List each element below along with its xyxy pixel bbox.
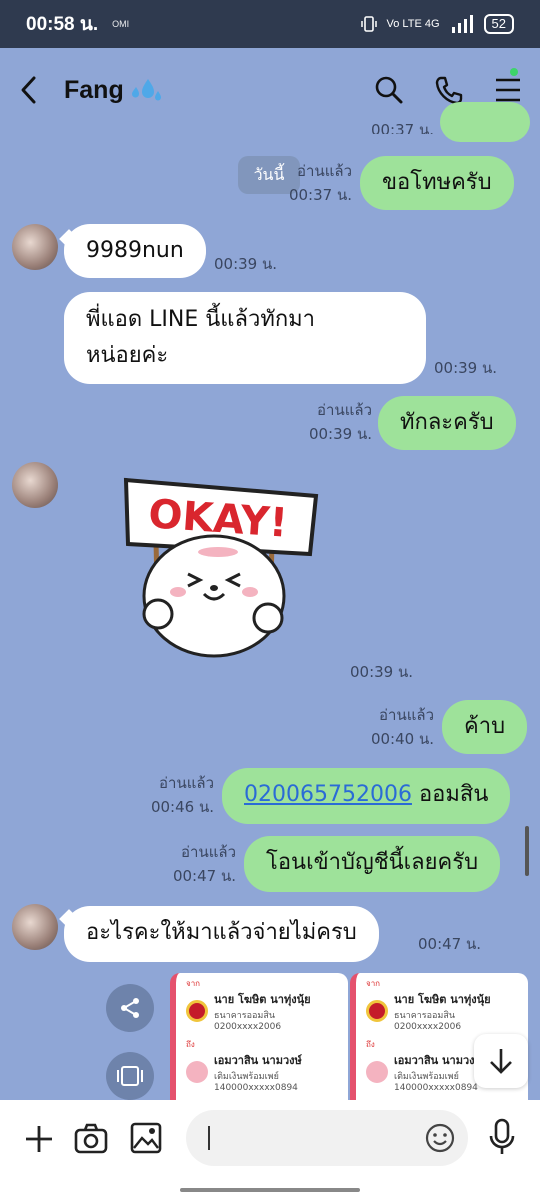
scroll-to-bottom-button[interactable] [474,1034,528,1088]
message-bubble-incoming[interactable]: 9989nun [64,224,206,278]
message-line: พี่แอด LINE นี้แล้วทักมา [86,307,316,332]
message-bubble-outgoing[interactable]: โอนเข้าบัญชีนี้เลยครับ [244,836,501,892]
bank-name: ออมสิน [411,782,489,807]
read-receipt: อ่านแล้ว 00:37 น. [288,162,352,204]
message-bubble-incoming[interactable]: อะไรคะให้มาแล้วจ่ายไม่ครบ [64,906,379,962]
vibrate-icon [360,16,377,32]
message-time: 00:47 น. [418,935,482,953]
search-icon[interactable] [374,75,404,105]
read-receipt: อ่านแล้ว 00:47 น. [172,843,236,885]
okay-sticker[interactable]: OKAY! [118,474,322,678]
share-icon [121,998,139,1018]
share-button[interactable] [106,984,154,1032]
message-time: 00:39 น. [350,663,414,681]
message-bubble-outgoing[interactable]: 020065752006 ออมสิน [222,768,511,824]
transfer-slip-image[interactable]: จาก นาย โฆษิต นาทุ่งนุ้ย ธนาคารออมสิน 02… [170,973,348,1100]
plus-icon[interactable] [24,1124,54,1154]
contact-name[interactable]: Fang [64,76,124,105]
network-label: Vo LTE 4G [386,18,440,30]
message-compose-bar [0,1100,540,1200]
message-bubble-outgoing[interactable]: ทักละครับ [378,396,516,450]
text-caret [208,1126,210,1150]
water-drops-emoji-icon [131,79,161,101]
message-bubble-outgoing[interactable]: ขอโทษครับ [360,156,514,210]
album-icon [117,1066,143,1086]
camera-icon[interactable] [74,1122,108,1154]
read-receipt: อ่านแล้ว 00:46 น. [150,774,214,816]
signal-icon [451,15,473,33]
read-receipt: อ่านแล้ว 00:39 น. [308,401,372,443]
menu-icon[interactable] [494,77,522,103]
read-receipt: อ่านแล้ว 00:40 น. [370,706,434,748]
contact-avatar[interactable] [12,904,58,950]
status-time: 00:58 น. [26,14,99,35]
album-button[interactable] [106,1052,154,1100]
account-number-link[interactable]: 020065752006 [244,782,412,807]
message-bubble-incoming[interactable]: พี่แอด LINE นี้แล้วทักมา หน่อยค่ะ [64,292,426,384]
status-extra: OMI [112,19,130,29]
bank-logo [366,1000,388,1022]
message-input[interactable] [186,1110,468,1166]
message-line: หน่อยค่ะ [86,343,169,368]
emoji-icon[interactable] [424,1122,456,1154]
arrow-down-icon [490,1049,512,1074]
image-icon[interactable] [130,1122,162,1154]
online-status-dot [510,68,518,76]
partial-message-bubble[interactable] [440,102,530,142]
message-time: 00:39 น. [434,359,498,377]
message-time: 00:39 น. [214,255,278,273]
microphone-icon[interactable] [488,1118,516,1156]
gesture-handle [180,1188,360,1192]
partial-message-time: 00:37 น. [370,121,434,134]
phone-icon[interactable] [434,75,464,105]
contact-avatar[interactable] [12,462,58,508]
battery-indicator: 52 [483,14,514,34]
bank-logo [186,1000,208,1022]
promptpay-logo [366,1061,388,1083]
contact-avatar[interactable] [12,224,58,270]
back-icon[interactable] [18,75,40,105]
scrollbar[interactable] [525,826,529,876]
status-bar: 00:58 น. OMI Vo LTE 4G 52 [0,0,540,48]
promptpay-logo [186,1061,208,1083]
message-bubble-outgoing[interactable]: ค้าบ [442,700,528,754]
